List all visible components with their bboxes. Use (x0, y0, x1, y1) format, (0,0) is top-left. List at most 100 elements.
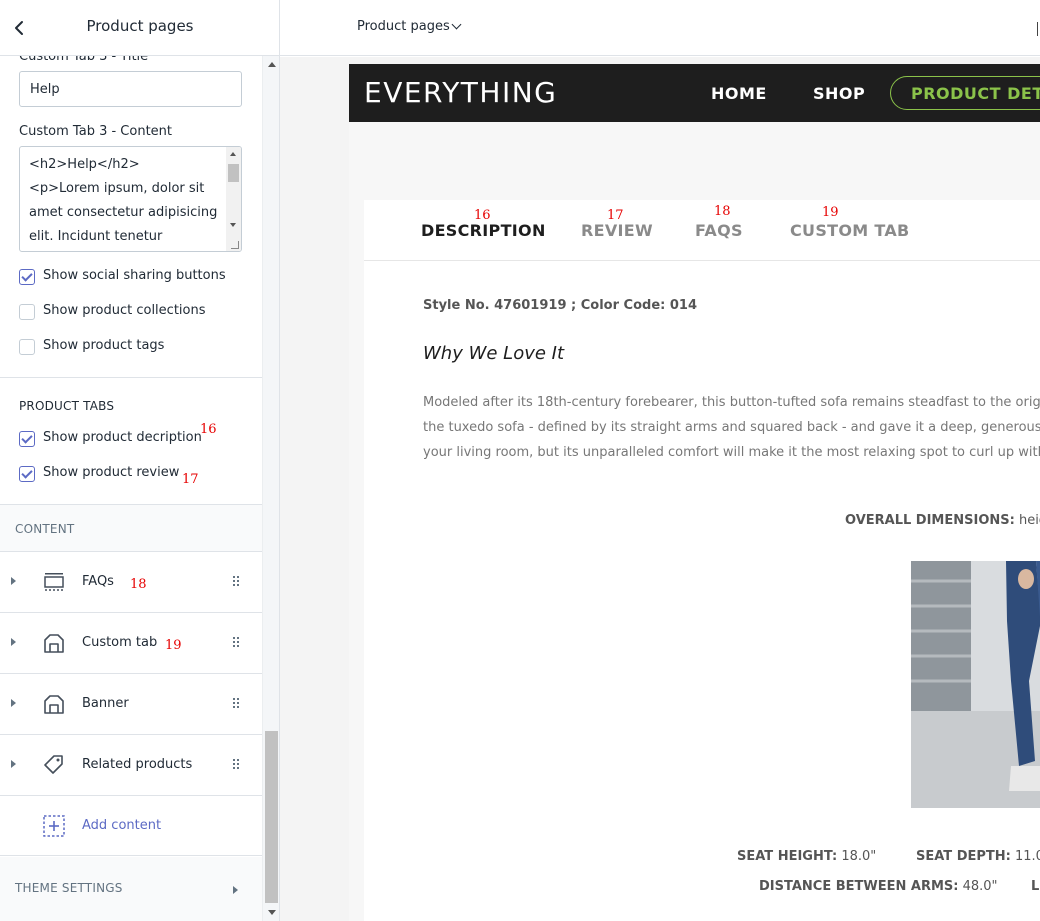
add-content-button[interactable]: Add content (0, 795, 262, 856)
textarea-text: <h2>Help</h2> <p>Lorem ipsum, dolor sit … (29, 157, 218, 244)
why-we-love-it-heading: Why We Love It (423, 343, 565, 364)
caret-right-icon[interactable] (11, 638, 16, 646)
content-item-banner[interactable]: Banner (0, 673, 262, 734)
nav-link-home[interactable]: HOME (711, 84, 767, 103)
checkbox-label: Show product tags (43, 338, 165, 353)
editor-sidebar: Custom Tab 3 - Title Custom Tab 3 - Cont… (0, 0, 280, 921)
caret-right-icon[interactable] (11, 577, 16, 585)
sidebar-title: Product pages (86, 17, 194, 35)
caret-right-icon[interactable] (11, 699, 16, 707)
drag-handle-icon[interactable] (231, 576, 241, 588)
sidebar-scroll-thumb[interactable] (265, 731, 278, 903)
section-icon (44, 573, 64, 591)
store-icon (44, 634, 64, 653)
store-logo[interactable]: EVERYTHING (364, 76, 557, 109)
content-heading: CONTENT (15, 522, 75, 536)
scroll-down-icon[interactable] (230, 223, 236, 227)
product-tabs-card: DESCRIPTION 16 REVIEW 17 FAQS 18 CUSTOM … (364, 200, 1040, 921)
content-item-custom-tab[interactable]: Custom tab 19 (0, 612, 262, 673)
sidebar-header: Product pages (0, 0, 279, 56)
seat-depth: SEAT DEPTH: 11.0" (916, 849, 1040, 864)
resize-grip-icon[interactable] (231, 241, 239, 249)
paragraph-line: Modeled after its 18th-century forebeare… (423, 395, 1040, 410)
tag-icon (44, 755, 63, 774)
store-preview: EVERYTHING HOME SHOP PRODUCT DETA DESCRI… (349, 64, 1040, 921)
annotation-number: 17 (182, 472, 199, 487)
trailing-spec-label: L (1031, 879, 1040, 894)
drag-handle-icon[interactable] (231, 637, 241, 649)
seat-depth-value: 11.0" (1014, 849, 1040, 864)
seat-depth-label: SEAT DEPTH: (916, 849, 1011, 864)
theme-settings-label: THEME SETTINGS (15, 881, 123, 895)
textarea-scroll-thumb[interactable] (228, 164, 239, 182)
distance-between-arms: DISTANCE BETWEEN ARMS: 48.0" (759, 879, 998, 894)
annotation-number: 17 (607, 208, 624, 223)
seat-height: SEAT HEIGHT: 18.0" (737, 849, 876, 864)
arms-value: 48.0" (958, 879, 998, 894)
annotation-number: 16 (474, 208, 491, 223)
checkbox-label: Show product collections (43, 303, 206, 318)
content-item-label: FAQs (82, 574, 114, 589)
scroll-up-icon[interactable] (230, 152, 236, 156)
tab-faqs[interactable]: FAQS (695, 221, 743, 240)
style-number: Style No. 47601919 ; Color Code: 014 (423, 298, 697, 313)
tab-description[interactable]: DESCRIPTION (421, 221, 546, 240)
checkbox-checked-icon[interactable] (19, 431, 35, 447)
drag-handle-icon[interactable] (231, 698, 241, 710)
checkbox-label: Show product decription (43, 430, 202, 445)
checkbox-label: Show social sharing buttons (43, 268, 226, 283)
overall-dimensions: OVERALL DIMENSIONS: heigh (845, 513, 1040, 528)
chevron-down-icon[interactable] (451, 19, 462, 30)
caret-right-icon[interactable] (11, 760, 16, 768)
annotation-number: 19 (822, 205, 839, 220)
scroll-down-icon[interactable] (268, 910, 276, 915)
seat-height-label: SEAT HEIGHT: (737, 849, 838, 864)
drag-handle-icon[interactable] (231, 759, 241, 771)
custom-tab-3-content-label: Custom Tab 3 - Content (19, 124, 173, 139)
checkbox-label: Show product review (43, 465, 180, 480)
editor-topbar: Product pages (280, 0, 1040, 56)
nav-link-product-details[interactable]: PRODUCT DETA (890, 76, 1040, 110)
tab-review[interactable]: REVIEW (581, 221, 653, 240)
nav-pill-label: PRODUCT DETA (911, 84, 1040, 103)
tab-custom-tab[interactable]: CUSTOM TAB (790, 221, 910, 240)
sidebar-scrollbar[interactable] (262, 56, 279, 921)
annotation-number: 16 (200, 422, 217, 437)
add-content-label: Add content (82, 818, 162, 833)
checkbox-checked-icon[interactable] (19, 466, 35, 482)
arms-label: DISTANCE BETWEEN ARMS: (759, 879, 959, 894)
product-photo (911, 561, 1040, 808)
product-tabs-heading: PRODUCT TABS (19, 399, 115, 413)
page-selector[interactable]: Product pages (357, 19, 450, 34)
scroll-up-icon[interactable] (268, 62, 276, 67)
textarea-scrollbar[interactable] (226, 147, 241, 251)
paragraph-line: the tuxedo sofa - defined by its straigh… (423, 420, 1040, 435)
theme-settings-row[interactable]: THEME SETTINGS (0, 857, 262, 921)
paragraph-line: your living room, but its unparalleled c… (423, 445, 1040, 460)
add-section-icon (43, 815, 65, 837)
product-tabs: DESCRIPTION 16 REVIEW 17 FAQS 18 CUSTOM … (364, 200, 1040, 261)
chevron-right-icon (233, 886, 238, 894)
sidebar-scroll-area: Custom Tab 3 - Title Custom Tab 3 - Cont… (0, 56, 262, 921)
overall-dimensions-label: OVERALL DIMENSIONS: (845, 513, 1015, 528)
checkbox-unchecked-icon[interactable] (19, 339, 35, 355)
divider (0, 377, 262, 378)
annotation-number: 19 (165, 638, 182, 653)
content-item-related-products[interactable]: Related products (0, 734, 262, 795)
nav-link-shop[interactable]: SHOP (813, 84, 865, 103)
content-item-faqs[interactable]: FAQs 18 (0, 551, 262, 612)
annotation-number: 18 (714, 204, 731, 219)
store-navbar: EVERYTHING HOME SHOP PRODUCT DETA (349, 64, 1040, 122)
custom-tab-3-content-textarea[interactable]: <h2>Help</h2> <p>Lorem ipsum, dolor sit … (19, 146, 242, 252)
store-icon (44, 695, 64, 714)
content-item-label: Custom tab (82, 635, 158, 650)
custom-tab-3-title-input[interactable] (19, 71, 242, 107)
checkbox-unchecked-icon[interactable] (19, 304, 35, 320)
description-paragraph: Modeled after its 18th-century forebeare… (423, 390, 1040, 465)
jeans-photo (911, 561, 1040, 808)
overall-dimensions-value: heigh (1018, 513, 1040, 528)
checkbox-checked-icon[interactable] (19, 269, 35, 285)
annotation-number: 18 (130, 577, 147, 592)
content-section-header: CONTENT (0, 504, 262, 552)
content-item-label: Related products (82, 757, 193, 772)
